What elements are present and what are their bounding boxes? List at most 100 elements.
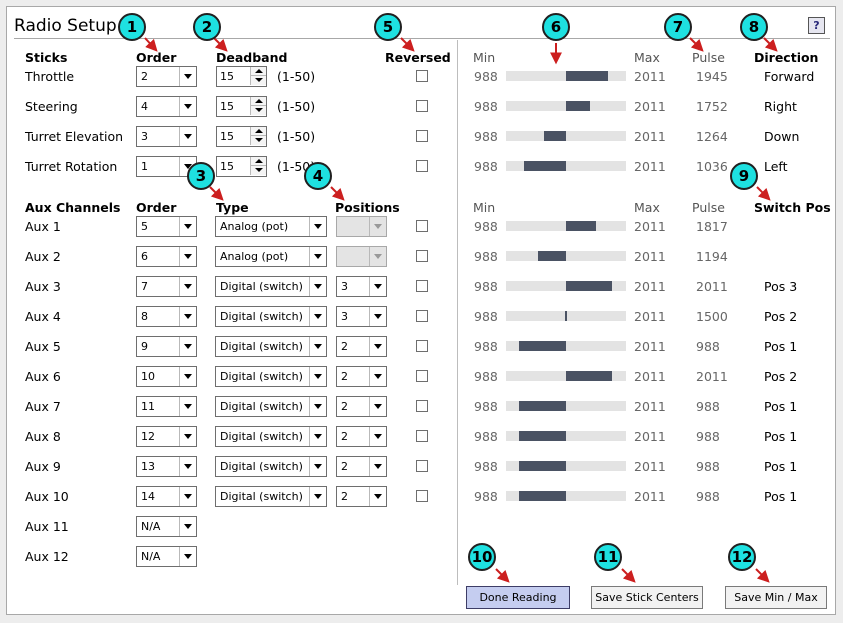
chevron-down-icon[interactable] — [309, 427, 326, 446]
aux-type-select[interactable]: Digital (switch) — [215, 306, 327, 327]
chevron-down-icon[interactable] — [369, 277, 386, 296]
aux-type-select[interactable]: Digital (switch) — [215, 336, 327, 357]
spin-up-icon[interactable] — [250, 127, 266, 136]
chevron-down-icon[interactable] — [309, 277, 326, 296]
help-icon[interactable]: ? — [808, 17, 825, 34]
aux-order-select[interactable]: N/A — [136, 546, 197, 567]
chevron-down-icon[interactable] — [179, 397, 196, 416]
aux-type-select[interactable]: Digital (switch) — [215, 396, 327, 417]
chevron-down-icon[interactable] — [179, 337, 196, 356]
aux-order-select[interactable]: 11 — [136, 396, 197, 417]
chevron-down-icon[interactable] — [179, 307, 196, 326]
done-reading-button[interactable]: Done Reading — [466, 586, 570, 609]
aux-order-select[interactable]: 9 — [136, 336, 197, 357]
aux-positions-select[interactable]: 3 — [336, 306, 387, 327]
chevron-down-icon[interactable] — [179, 487, 196, 506]
reversed-checkbox[interactable] — [416, 400, 428, 412]
reversed-checkbox[interactable] — [416, 130, 428, 142]
chevron-down-icon[interactable] — [179, 547, 196, 566]
chevron-down-icon[interactable] — [309, 487, 326, 506]
aux-order-select[interactable]: 6 — [136, 246, 197, 267]
stick-pulse-bar — [506, 71, 626, 81]
chevron-down-icon[interactable] — [369, 457, 386, 476]
stick-order-select[interactable]: 4 — [136, 96, 197, 117]
reversed-checkbox[interactable] — [416, 220, 428, 232]
aux-order-select[interactable]: 5 — [136, 216, 197, 237]
deadband-spinner[interactable]: 15 — [216, 156, 267, 177]
aux-pulse: 1500 — [696, 309, 728, 324]
aux-type-select[interactable]: Digital (switch) — [215, 486, 327, 507]
reversed-checkbox[interactable] — [416, 160, 428, 172]
aux-positions-select[interactable]: 2 — [336, 486, 387, 507]
aux-max: 2011 — [634, 339, 666, 354]
chevron-down-icon[interactable] — [179, 67, 196, 86]
reversed-checkbox[interactable] — [416, 340, 428, 352]
deadband-spinner[interactable]: 15 — [216, 96, 267, 117]
reversed-checkbox[interactable] — [416, 70, 428, 82]
aux-positions-select[interactable]: 2 — [336, 456, 387, 477]
aux-type-select[interactable]: Analog (pot) — [215, 246, 327, 267]
chevron-down-icon[interactable] — [179, 97, 196, 116]
spin-up-icon[interactable] — [250, 97, 266, 106]
chevron-down-icon[interactable] — [369, 427, 386, 446]
reversed-checkbox[interactable] — [416, 310, 428, 322]
chevron-down-icon[interactable] — [369, 487, 386, 506]
aux-order-select[interactable]: 12 — [136, 426, 197, 447]
chevron-down-icon[interactable] — [369, 397, 386, 416]
reversed-checkbox[interactable] — [416, 100, 428, 112]
chevron-down-icon[interactable] — [369, 337, 386, 356]
chevron-down-icon[interactable] — [179, 367, 196, 386]
aux-type-select[interactable]: Analog (pot) — [215, 216, 327, 237]
reversed-checkbox[interactable] — [416, 460, 428, 472]
aux-positions-select[interactable]: 2 — [336, 366, 387, 387]
aux-type-select[interactable]: Digital (switch) — [215, 276, 327, 297]
spin-up-icon[interactable] — [250, 157, 266, 166]
aux-order-select[interactable]: 14 — [136, 486, 197, 507]
reversed-checkbox[interactable] — [416, 250, 428, 262]
chevron-down-icon[interactable] — [179, 217, 196, 236]
aux-order-select[interactable]: 7 — [136, 276, 197, 297]
aux-pulse-bar — [506, 251, 626, 261]
deadband-spinner[interactable]: 15 — [216, 66, 267, 87]
aux-type-select[interactable]: Digital (switch) — [215, 426, 327, 447]
spin-up-icon[interactable] — [250, 67, 266, 76]
aux-positions-select[interactable]: 2 — [336, 426, 387, 447]
chevron-down-icon[interactable] — [179, 127, 196, 146]
chevron-down-icon[interactable] — [309, 307, 326, 326]
chevron-down-icon[interactable] — [369, 307, 386, 326]
save-stick-centers-button[interactable]: Save Stick Centers — [591, 586, 703, 609]
aux-order-select[interactable]: 10 — [136, 366, 197, 387]
aux-positions-select[interactable]: 2 — [336, 336, 387, 357]
aux-type-select[interactable]: Digital (switch) — [215, 456, 327, 477]
reversed-checkbox[interactable] — [416, 280, 428, 292]
aux-positions-select[interactable]: 2 — [336, 396, 387, 417]
save-min-max-button[interactable]: Save Min / Max — [725, 586, 827, 609]
spin-down-icon[interactable] — [250, 106, 266, 115]
reversed-checkbox[interactable] — [416, 490, 428, 502]
stick-order-select[interactable]: 2 — [136, 66, 197, 87]
chevron-down-icon[interactable] — [179, 517, 196, 536]
aux-order-select[interactable]: 13 — [136, 456, 197, 477]
chevron-down-icon[interactable] — [309, 247, 326, 266]
aux-order-select[interactable]: 8 — [136, 306, 197, 327]
chevron-down-icon[interactable] — [309, 457, 326, 476]
stick-order-select[interactable]: 3 — [136, 126, 197, 147]
chevron-down-icon[interactable] — [309, 367, 326, 386]
spin-down-icon[interactable] — [250, 76, 266, 85]
aux-order-select[interactable]: N/A — [136, 516, 197, 537]
chevron-down-icon[interactable] — [179, 247, 196, 266]
deadband-spinner[interactable]: 15 — [216, 126, 267, 147]
chevron-down-icon[interactable] — [309, 217, 326, 236]
chevron-down-icon[interactable] — [309, 397, 326, 416]
chevron-down-icon[interactable] — [179, 457, 196, 476]
spin-down-icon[interactable] — [250, 166, 266, 175]
reversed-checkbox[interactable] — [416, 370, 428, 382]
chevron-down-icon[interactable] — [369, 367, 386, 386]
chevron-down-icon[interactable] — [179, 277, 196, 296]
aux-positions-select[interactable]: 3 — [336, 276, 387, 297]
chevron-down-icon[interactable] — [309, 337, 326, 356]
aux-type-select[interactable]: Digital (switch) — [215, 366, 327, 387]
chevron-down-icon[interactable] — [179, 427, 196, 446]
spin-down-icon[interactable] — [250, 136, 266, 145]
reversed-checkbox[interactable] — [416, 430, 428, 442]
